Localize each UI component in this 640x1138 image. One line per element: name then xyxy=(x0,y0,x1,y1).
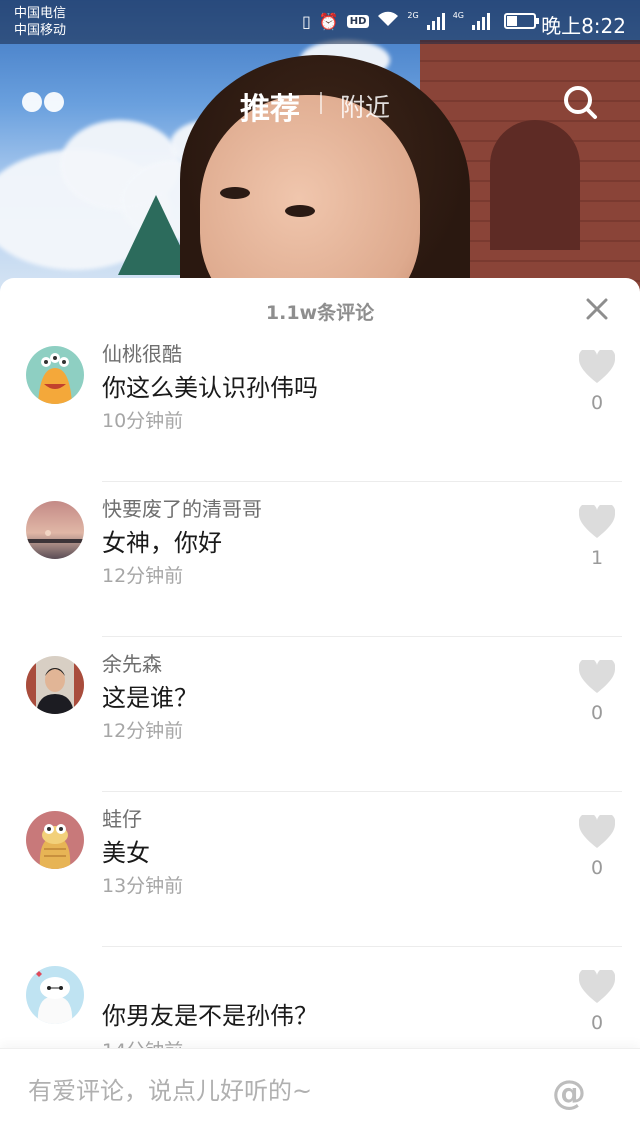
comment-text: 女神，你好 xyxy=(102,529,222,557)
signal-icon-2 xyxy=(472,12,490,30)
comments-count-title: 1.1w条评论 xyxy=(265,302,375,324)
avatar[interactable] xyxy=(26,966,84,1024)
video-background[interactable] xyxy=(0,0,640,300)
comment-time: 13分钟前 xyxy=(102,875,184,897)
like-count: 0 xyxy=(590,857,604,879)
divider xyxy=(102,946,622,947)
comment-username[interactable]: 蛙仔 xyxy=(102,803,142,832)
comment-text: 这是谁？ xyxy=(102,684,198,712)
heart-icon[interactable] xyxy=(579,660,615,694)
like-count: 0 xyxy=(590,702,604,724)
comment-input[interactable] xyxy=(28,1077,528,1105)
mention-icon[interactable]: @ xyxy=(552,1073,586,1113)
comment-text: 你男友是不是孙伟？ xyxy=(102,1002,318,1030)
divider xyxy=(102,636,622,637)
like-count: 0 xyxy=(590,392,604,414)
comment-time: 12分钟前 xyxy=(102,565,184,587)
carrier-1: 中国电信 xyxy=(14,6,67,21)
comments-panel: 1.1w条评论 仙桃很酷 你这么美认识孙伟吗 10分钟前 0 快要废了的清哥哥 … xyxy=(0,278,640,1138)
comment-username[interactable]: 快要废了的清哥哥 xyxy=(102,493,262,522)
comment-item[interactable]: 快要废了的清哥哥 女神，你好 12分钟前 1 xyxy=(0,497,640,656)
status-icons: ▯ ⏰ HD 2G 4G xyxy=(302,10,490,32)
carrier-2: 中国移动 xyxy=(14,23,67,38)
heart-icon[interactable] xyxy=(579,815,615,849)
heart-icon[interactable] xyxy=(579,505,615,539)
divider xyxy=(102,791,622,792)
tab-nearby[interactable]: 附近 xyxy=(340,88,390,124)
carrier-labels: 中国电信 中国移动 xyxy=(14,5,66,39)
like-count: 0 xyxy=(590,1012,604,1034)
alarm-icon: ⏰ xyxy=(318,11,339,31)
comment-time: 10分钟前 xyxy=(102,410,184,432)
comment-item[interactable]: 仙桃很酷 你这么美认识孙伟吗 10分钟前 0 xyxy=(0,342,640,501)
vibrate-icon: ▯ xyxy=(302,11,311,31)
dots-icon[interactable] xyxy=(22,92,64,112)
avatar[interactable] xyxy=(26,811,84,869)
comment-text: 你这么美认识孙伟吗 xyxy=(102,374,318,402)
clock: 晚上8:22 xyxy=(541,14,626,38)
network-4g-label: 4G xyxy=(452,10,464,20)
divider xyxy=(102,481,622,482)
hd-icon: HD xyxy=(346,14,370,28)
avatar[interactable] xyxy=(26,501,84,559)
comment-username[interactable]: 仙桃很酷 xyxy=(102,338,182,367)
avatar[interactable] xyxy=(26,656,84,714)
comment-item[interactable]: 余先森 这是谁？ 12分钟前 0 xyxy=(0,652,640,811)
comment-text: 美女 xyxy=(102,839,150,867)
battery-icon xyxy=(504,13,539,29)
network-2g-label: 2G xyxy=(407,10,419,20)
comment-username[interactable]: 余先森 xyxy=(102,648,162,677)
heart-icon[interactable] xyxy=(579,350,615,384)
close-icon[interactable] xyxy=(586,298,608,320)
battery-level xyxy=(507,16,517,26)
wifi-icon xyxy=(377,10,399,32)
comment-item[interactable]: 蛙仔 美女 13分钟前 0 xyxy=(0,807,640,966)
tab-recommend[interactable]: 推荐 xyxy=(240,84,300,128)
signal-icon-1 xyxy=(426,12,445,30)
search-icon[interactable] xyxy=(562,84,598,120)
like-count: 1 xyxy=(590,547,604,569)
tab-divider xyxy=(320,92,322,114)
status-bar: 中国电信 中国移动 ▯ ⏰ HD 2G 4G 晚上8:22 xyxy=(0,0,640,44)
heart-icon[interactable] xyxy=(579,970,615,1004)
comment-time: 12分钟前 xyxy=(102,720,184,742)
avatar[interactable] xyxy=(26,346,84,404)
comment-input-bar: @ xyxy=(0,1048,640,1138)
